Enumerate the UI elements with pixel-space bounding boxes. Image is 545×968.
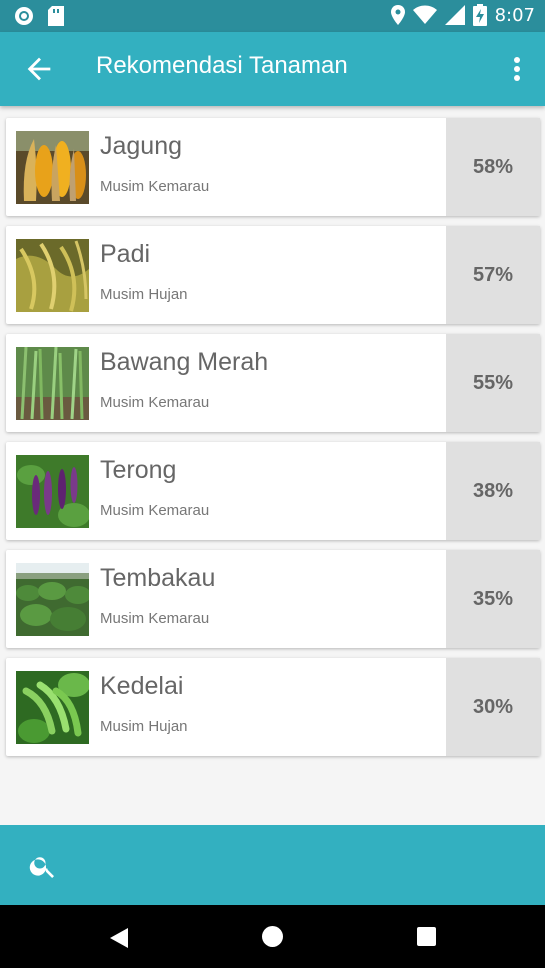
match-percentage-box: 35% xyxy=(446,550,540,648)
nav-back-icon[interactable] xyxy=(108,927,130,949)
record-icon xyxy=(15,7,33,25)
match-percentage: 30% xyxy=(472,695,514,718)
nav-home-icon[interactable] xyxy=(262,926,283,947)
overflow-menu-button[interactable] xyxy=(507,52,527,86)
match-percentage: 58% xyxy=(472,155,514,178)
match-percentage: 55% xyxy=(472,371,514,394)
crop-name: Bawang Merah xyxy=(100,348,269,376)
battery-charging-icon xyxy=(472,4,487,26)
arrow-back-icon xyxy=(27,57,51,81)
search-icon xyxy=(29,857,54,878)
match-percentage-box: 57% xyxy=(446,226,540,324)
crop-image-corn xyxy=(16,131,89,204)
crop-name: Kedelai xyxy=(100,672,184,700)
crop-image-tobacco xyxy=(16,563,89,636)
crop-card[interactable]: Terong Musim Kemarau 38% xyxy=(6,442,540,540)
crop-season: Musim Kemarau xyxy=(100,178,210,195)
crop-season: Musim Hujan xyxy=(100,286,188,303)
crop-card[interactable]: Padi Musim Hujan 57% xyxy=(6,226,540,324)
crop-name: Padi xyxy=(100,240,151,268)
crop-card[interactable]: Bawang Merah Musim Kemarau 55% xyxy=(6,334,540,432)
match-percentage-box: 38% xyxy=(446,442,540,540)
more-vert-icon xyxy=(514,57,520,81)
crop-image-shallot xyxy=(16,347,89,420)
match-percentage: 35% xyxy=(472,587,514,610)
crop-image-rice xyxy=(16,239,89,312)
system-navigation-bar xyxy=(0,905,545,968)
nav-recents-icon[interactable] xyxy=(417,927,436,946)
crop-season: Musim Kemarau xyxy=(100,610,210,627)
crop-image-soybean xyxy=(16,671,89,744)
bottom-bar xyxy=(0,825,545,905)
wifi-icon xyxy=(412,5,437,24)
match-percentage-box: 55% xyxy=(446,334,540,432)
crop-name: Tembakau xyxy=(100,564,216,592)
match-percentage-box: 58% xyxy=(446,118,540,216)
signal-icon xyxy=(444,5,465,25)
crop-season: Musim Hujan xyxy=(100,718,188,735)
crop-season: Musim Kemarau xyxy=(100,502,210,519)
crop-card[interactable]: Jagung Musim Kemarau 58% xyxy=(6,118,540,216)
crop-name: Terong xyxy=(100,456,177,484)
page-title: Rekomendasi Tanaman xyxy=(96,52,348,79)
match-percentage-box: 30% xyxy=(446,658,540,756)
location-icon xyxy=(390,5,405,25)
crop-name: Jagung xyxy=(100,132,183,160)
app-bar: Rekomendasi Tanaman xyxy=(0,32,545,106)
crop-card[interactable]: Tembakau Musim Kemarau 35% xyxy=(6,550,540,648)
match-percentage: 38% xyxy=(472,479,514,502)
crop-season: Musim Kemarau xyxy=(100,394,210,411)
status-time: 8:07 xyxy=(494,4,535,26)
status-bar: 8:07 xyxy=(0,0,545,32)
match-percentage: 57% xyxy=(472,263,514,286)
crop-image-eggplant xyxy=(16,455,89,528)
sd-card-icon xyxy=(48,6,64,26)
search-button[interactable] xyxy=(28,851,58,881)
crop-list: Jagung Musim Kemarau 58% Padi Musim Huja… xyxy=(6,118,540,766)
crop-card[interactable]: Kedelai Musim Hujan 30% xyxy=(6,658,540,756)
back-button[interactable] xyxy=(22,52,56,86)
